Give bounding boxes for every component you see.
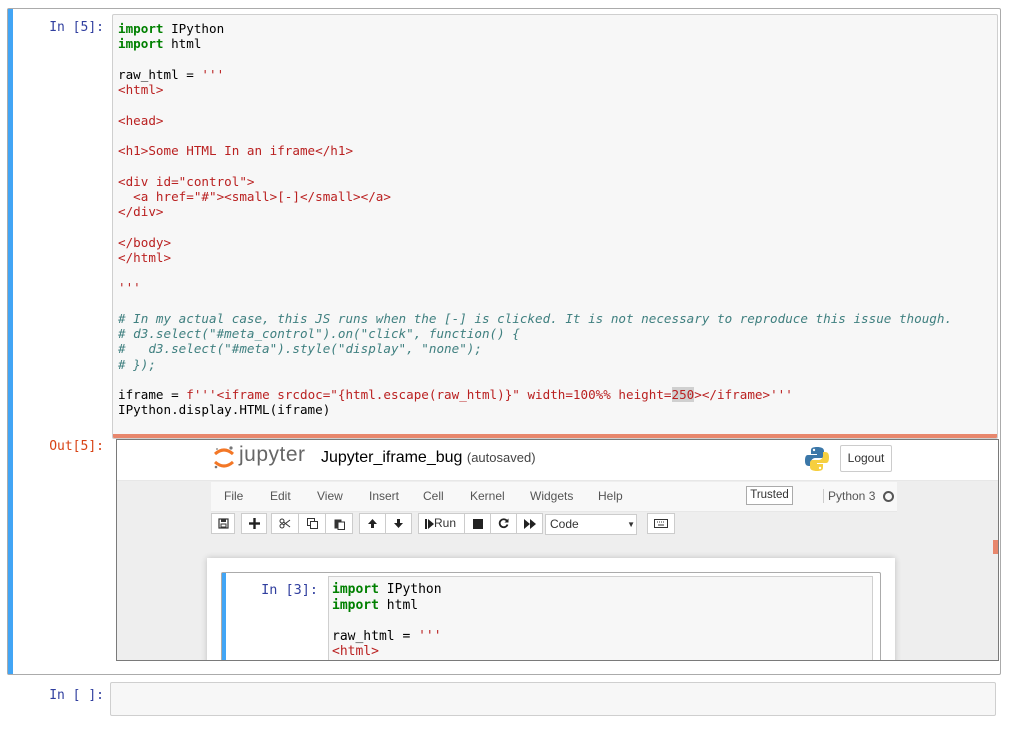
move-down-button[interactable] [385, 513, 412, 534]
notebook-header: jupyter Jupyter_iframe_bug (autosaved) L… [117, 440, 998, 481]
kernel-name: Python 3 [823, 489, 875, 503]
menu-bar: File Edit View Insert Cell Kernel Widget… [211, 481, 897, 512]
code-comment: # d3.select("#meta").style("display", "n… [118, 341, 482, 357]
python-logo-icon [805, 447, 829, 471]
menu-help[interactable]: Help [598, 489, 623, 503]
chevron-down-icon: ▼ [627, 520, 635, 529]
refresh-icon [498, 518, 509, 529]
save-icon [217, 518, 229, 529]
code-comment: # d3.select("#meta_control").on("click",… [118, 326, 520, 341]
code-string: ''' [418, 628, 442, 644]
code-text: IPython [378, 582, 442, 597]
trusted-indicator[interactable]: Trusted [746, 486, 793, 505]
run-button[interactable]: Run [418, 513, 465, 534]
code-text: IPython [163, 21, 225, 36]
code-string: </body> [118, 234, 172, 250]
jupyter-logo-icon [214, 446, 234, 469]
kernel-status-icon [883, 491, 894, 502]
empty-code-editor[interactable] [110, 682, 996, 716]
cell-type-select[interactable]: Code ▼ [545, 514, 637, 535]
copy-icon [306, 518, 318, 530]
input-prompt: In [5]: [49, 20, 104, 35]
menu-cell[interactable]: Cell [423, 489, 444, 503]
code-string: <html> [118, 82, 164, 97]
code-string: </div> [118, 204, 164, 219]
menu-kernel[interactable]: Kernel [470, 489, 505, 503]
cut-button[interactable] [271, 513, 299, 534]
empty-cell-prompt: In [ ]: [49, 688, 104, 703]
plus-icon [248, 518, 260, 530]
code-keyword: import [118, 36, 164, 52]
step-forward-icon [425, 518, 434, 529]
code-highlight: 250 [671, 387, 695, 402]
code-comment: # In my actual case, this JS runs when t… [118, 310, 953, 326]
insert-cell-button[interactable] [241, 513, 267, 534]
code-cell-5[interactable]: In [5]: Out[5]: import IPython import ht… [7, 8, 1001, 675]
interrupt-button[interactable] [464, 513, 491, 534]
code-text: IPython.display.HTML(iframe) [118, 402, 331, 418]
menu-view[interactable]: View [317, 489, 343, 503]
code-string: ''' [201, 66, 225, 82]
code-keyword: import [332, 582, 379, 597]
code-string: </html> [118, 249, 172, 265]
command-palette-button[interactable] [647, 513, 675, 534]
menu-file[interactable]: File [224, 489, 243, 503]
code-string: <html> [332, 644, 379, 659]
logout-button[interactable]: Logout [840, 445, 892, 472]
fast-forward-icon [523, 518, 536, 529]
arrow-up-icon [368, 519, 377, 529]
code-string: <a href="#"><small>[-]</small></a> [118, 188, 391, 204]
code-string: <head> [118, 112, 164, 128]
code-string: ''' [118, 280, 141, 296]
save-button[interactable] [211, 513, 235, 534]
output-prompt: Out[5]: [49, 439, 104, 454]
notebook-title[interactable]: Jupyter_iframe_bug (autosaved) [321, 449, 536, 467]
paste-icon [334, 519, 345, 530]
jupyter-wordmark: jupyter [239, 443, 306, 466]
code-keyword: import [332, 597, 379, 613]
notebook-name[interactable]: Jupyter_iframe_bug [321, 449, 462, 466]
iframe-output[interactable]: jupyter Jupyter_iframe_bug (autosaved) L… [116, 439, 999, 661]
menu-edit[interactable]: Edit [270, 489, 291, 503]
inner-code-cell[interactable]: In [3]: import IPython import html raw_h… [221, 572, 881, 660]
notebook-container: In [3]: import IPython import html raw_h… [207, 558, 895, 660]
code-editor[interactable]: import IPython import html raw_html = ''… [328, 576, 873, 660]
notebook-toolbar: Run Code ▼ [211, 513, 811, 537]
code-string: <div id="control"> [118, 173, 255, 189]
code-comment: # }); [118, 356, 156, 372]
code-text: html [163, 36, 202, 52]
cell-type-value: Code [550, 517, 579, 531]
code-editor[interactable]: import IPython import html raw_html = ''… [112, 14, 998, 439]
code-string: <h1>Some HTML In an iframe</h1> [118, 143, 354, 158]
restart-button[interactable] [490, 513, 517, 534]
selected-cell-indicator [8, 9, 13, 674]
code-string: ></iframe>''' [694, 387, 793, 402]
move-up-button[interactable] [359, 513, 386, 534]
code-text: iframe = [118, 387, 187, 402]
stop-icon [472, 518, 483, 529]
code-text: html [378, 597, 419, 613]
scrollbar-edge [113, 434, 997, 438]
arrow-down-icon [394, 519, 403, 529]
run-label: Run [434, 516, 457, 530]
code-keyword: import [118, 21, 164, 36]
keyboard-icon [654, 519, 668, 529]
copy-button[interactable] [298, 513, 326, 534]
menu-insert[interactable]: Insert [369, 489, 399, 503]
restart-run-all-button[interactable] [516, 513, 543, 534]
menu-widgets[interactable]: Widgets [530, 489, 573, 503]
scroll-marker [993, 540, 998, 554]
autosave-status: (autosaved) [466, 450, 536, 465]
code-string: f'''<iframe srcdoc="{html.escape(raw_htm… [186, 387, 672, 402]
paste-button[interactable] [325, 513, 353, 534]
code-text: raw_html = [332, 628, 419, 644]
input-prompt: In [3]: [261, 582, 318, 598]
cut-icon [279, 518, 291, 529]
code-text: raw_html = [118, 66, 202, 82]
